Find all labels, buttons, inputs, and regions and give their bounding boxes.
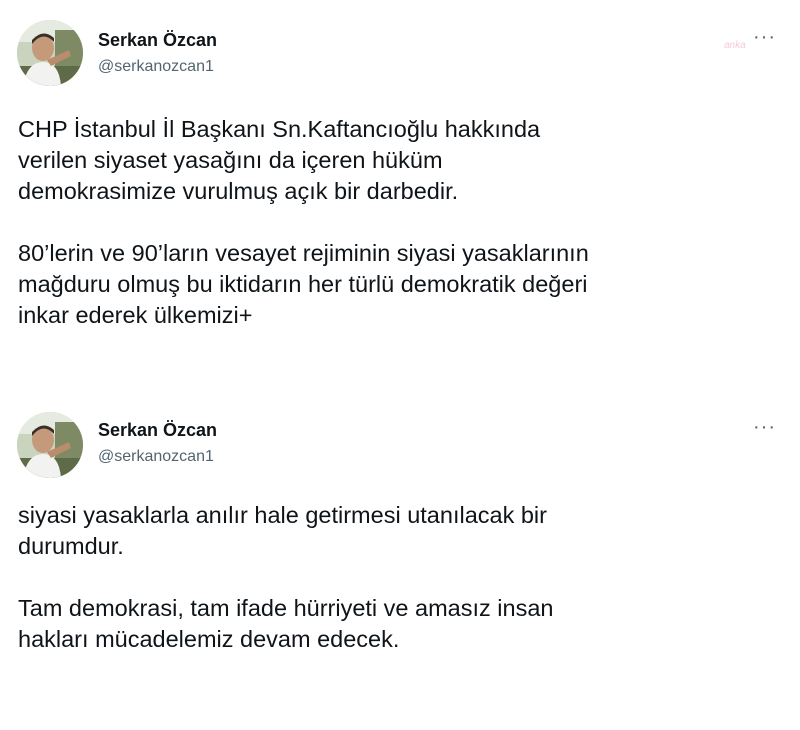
profile-photo-icon (17, 412, 83, 478)
author-handle[interactable]: @serkanozcan1 (98, 448, 214, 466)
text-line: CHP İstanbul İl Başkanı Sn.Kaftancıoğlu … (18, 116, 541, 142)
text-line: mağduru olmuş bu iktidarın her türlü dem… (18, 271, 588, 297)
text-line: 80’lerin ve 90’ların vesayet rejiminin s… (18, 240, 589, 266)
text-line: hakları mücadelemiz devam edecek. (18, 626, 400, 652)
more-options-icon[interactable]: ··· (753, 417, 776, 437)
profile-photo-icon (17, 20, 83, 86)
text-line: inkar ederek ülkemizi+ (18, 302, 253, 328)
text-line: durumdur. (18, 533, 124, 559)
text-line: siyasi yasaklarla anılır hale getirmesi … (18, 502, 547, 528)
avatar[interactable] (17, 20, 83, 86)
tweet-paragraph: 80’lerin ve 90’ların vesayet rejiminin s… (18, 238, 788, 331)
tweet-paragraph: Tam demokrasi, tam ifade hürriyeti ve am… (18, 593, 788, 655)
author-handle[interactable]: @serkanozcan1 (98, 58, 214, 76)
tweet-text: CHP İstanbul İl Başkanı Sn.Kaftancıoğlu … (18, 114, 788, 331)
tweet-text: siyasi yasaklarla anılır hale getirmesi … (18, 500, 788, 655)
text-line: Tam demokrasi, tam ifade hürriyeti ve am… (18, 595, 554, 621)
watermark: anka (724, 40, 746, 51)
text-line: demokrasimize vurulmuş açık bir darbedir… (18, 178, 459, 204)
tweet: Serkan Özcan @serkanozcan1 ··· siyasi ya… (0, 400, 800, 730)
more-options-icon[interactable]: ··· (753, 27, 776, 47)
avatar[interactable] (17, 412, 83, 478)
tweet: Serkan Özcan @serkanozcan1 anka ··· CHP … (0, 0, 800, 400)
tweet-paragraph: siyasi yasaklarla anılır hale getirmesi … (18, 500, 788, 562)
tweet-paragraph: CHP İstanbul İl Başkanı Sn.Kaftancıoğlu … (18, 114, 788, 207)
author-name[interactable]: Serkan Özcan (98, 420, 217, 441)
text-line: verilen siyaset yasağını da içeren hüküm (18, 147, 443, 173)
author-name[interactable]: Serkan Özcan (98, 30, 217, 51)
